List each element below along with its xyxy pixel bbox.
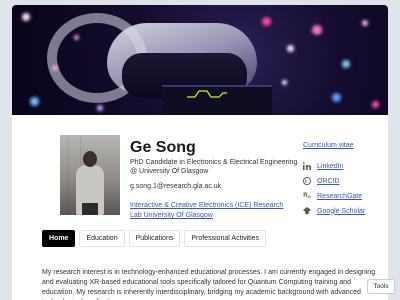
section-tabs: Home Education Publications Professional… xyxy=(42,230,267,247)
research-intro-text: My research interest is in technology-en… xyxy=(42,269,376,300)
tab-publications[interactable]: Publications xyxy=(128,230,181,247)
tab-professional-activities[interactable]: Professional Activities xyxy=(184,230,267,247)
header-banner-image xyxy=(12,5,388,115)
profile-email: g.song.1@research.gla.ac.uk xyxy=(130,183,222,190)
tab-home[interactable]: Home xyxy=(42,230,76,247)
linkedin-icon xyxy=(303,162,311,170)
curriculum-vitae-link[interactable]: Curriculum vitae xyxy=(303,142,354,149)
researchgate-link[interactable]: RG ResearchGate xyxy=(303,192,362,200)
orcid-link[interactable]: ORCID xyxy=(303,177,340,185)
profile-links: Curriculum vitae LinkedIn ORCID RG Resea… xyxy=(303,142,365,215)
profile-name: Ge Song xyxy=(130,139,196,156)
google-scholar-label: Google Scholar xyxy=(317,207,366,215)
profile-photo xyxy=(60,135,120,215)
tools-button[interactable]: Tools xyxy=(367,279,395,294)
profile-role: PhD Candidate in Electronics & Electrica… xyxy=(130,159,298,175)
linkedin-label: LinkedIn xyxy=(317,162,344,170)
circuit-trace-graphic xyxy=(187,90,227,98)
orcid-label: ORCID xyxy=(317,177,340,185)
tab-education[interactable]: Education xyxy=(79,230,125,247)
google-scholar-icon xyxy=(303,207,311,215)
google-scholar-link[interactable]: Google Scholar xyxy=(303,207,365,215)
researchgate-label: ResearchGate xyxy=(317,192,363,200)
orcid-icon xyxy=(303,177,311,185)
profile-card: Ge Song PhD Candidate in Electronics & E… xyxy=(12,5,388,300)
researchgate-icon: RG xyxy=(303,193,311,199)
lab-affiliation-link[interactable]: Interactive & Creative Electronics (ICE)… xyxy=(130,201,290,221)
linkedin-link[interactable]: LinkedIn xyxy=(303,162,343,170)
